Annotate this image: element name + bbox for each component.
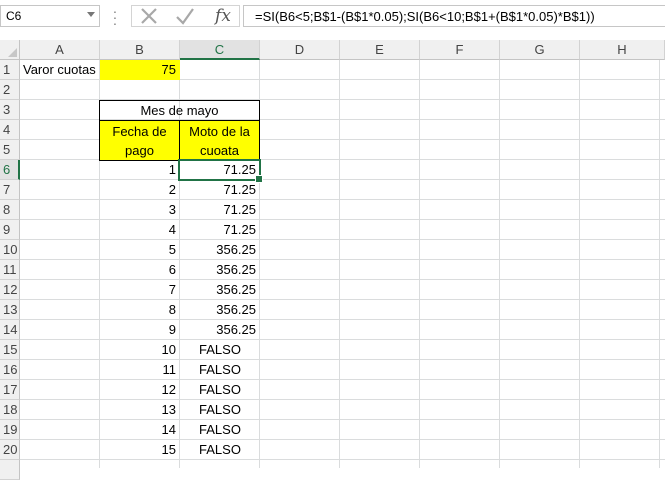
cell-b9[interactable]: 4	[100, 220, 180, 240]
row-header-4[interactable]: 4	[0, 120, 20, 140]
cell-c4-line1: Moto de la	[189, 124, 250, 139]
cell-b18[interactable]: 13	[100, 400, 180, 420]
column-header-d[interactable]: D	[260, 40, 340, 60]
insert-function-fx-icon[interactable]: fx	[208, 6, 238, 26]
cell-b15[interactable]: 10	[100, 340, 180, 360]
column-header-c[interactable]: C	[180, 40, 260, 60]
row-header-13[interactable]: 13	[0, 300, 20, 320]
row-header-8[interactable]: 8	[0, 200, 20, 220]
cell-c11[interactable]: 356.25	[180, 260, 260, 280]
row-header-12[interactable]: 12	[0, 280, 20, 300]
cell-c10[interactable]: 356.25	[180, 240, 260, 260]
cell-b11[interactable]: 6	[100, 260, 180, 280]
row-header-2[interactable]: 2	[0, 80, 20, 100]
cell-b4-line1: Fecha de	[112, 124, 167, 139]
cell-c6[interactable]: 71.25	[180, 160, 260, 180]
row-header-9[interactable]: 9	[0, 220, 20, 240]
row-header-10[interactable]: 10	[0, 240, 20, 260]
cell-b3-merged[interactable]: Mes de mayo	[99, 100, 260, 121]
cell-c12[interactable]: 356.25	[180, 280, 260, 300]
row-header-6[interactable]: 6	[0, 160, 20, 180]
cell-b13[interactable]: 8	[100, 300, 180, 320]
cancel-x-icon[interactable]	[134, 6, 164, 26]
cell-c17[interactable]: FALSO	[180, 380, 260, 400]
formula-input[interactable]: =SI(B6<5;B$1-(B$1*0.05);SI(B6<10;B$1+(B$…	[243, 5, 665, 27]
cell-c8[interactable]: 71.25	[180, 200, 260, 220]
cell-a1[interactable]: Varor cuotas	[20, 60, 100, 80]
cell-b17[interactable]: 12	[100, 380, 180, 400]
cell-b12[interactable]: 7	[100, 280, 180, 300]
column-header-a[interactable]: A	[20, 40, 100, 60]
row-header-15[interactable]: 15	[0, 340, 20, 360]
cell-c20[interactable]: FALSO	[180, 440, 260, 460]
cell-b10[interactable]: 5	[100, 240, 180, 260]
column-header-b[interactable]: B	[100, 40, 180, 60]
row-header-16[interactable]: 16	[0, 360, 20, 380]
cell-c18[interactable]: FALSO	[180, 400, 260, 420]
cell-b19[interactable]: 14	[100, 420, 180, 440]
cell-c9[interactable]: 71.25	[180, 220, 260, 240]
cell-b1[interactable]: 75	[100, 60, 180, 80]
row-header-21[interactable]	[0, 460, 20, 480]
cell-c7[interactable]: 71.25	[180, 180, 260, 200]
cell-b4-line2: pago	[125, 143, 154, 158]
cell-b4-merged[interactable]: Fecha de pago	[99, 120, 180, 161]
column-header-g[interactable]: G	[500, 40, 580, 60]
spreadsheet-grid: A B C D E F G H 1 2 3 4 5 6 7 8 9 10 11 12 13 14 15 16 1…	[0, 40, 665, 480]
column-header-f[interactable]: F	[420, 40, 500, 60]
row-header-14[interactable]: 14	[0, 320, 20, 340]
cell-c15[interactable]: FALSO	[180, 340, 260, 360]
row-header-20[interactable]: 20	[0, 440, 20, 460]
row-header-17[interactable]: 17	[0, 380, 20, 400]
chevron-down-icon[interactable]	[87, 12, 95, 17]
cell-c13[interactable]: 356.25	[180, 300, 260, 320]
cell-c16[interactable]: FALSO	[180, 360, 260, 380]
cell-b7[interactable]: 2	[100, 180, 180, 200]
row-header-1[interactable]: 1	[0, 60, 20, 80]
cell-b16[interactable]: 11	[100, 360, 180, 380]
select-all-button[interactable]	[0, 40, 20, 60]
name-box-value: C6	[6, 9, 22, 23]
more-options-icon[interactable]: · · ·	[112, 4, 118, 30]
name-box[interactable]: C6	[0, 5, 100, 27]
enter-check-icon[interactable]	[170, 6, 200, 26]
row-header-11[interactable]: 11	[0, 260, 20, 280]
row-header-3[interactable]: 3	[0, 100, 20, 120]
formula-bar: C6 · · · fx =SI(B6<5;B$1-(B$1*0.05);SI(B6<…	[0, 0, 665, 38]
formula-buttons: fx	[131, 5, 240, 27]
row-header-7[interactable]: 7	[0, 180, 20, 200]
row-header-18[interactable]: 18	[0, 400, 20, 420]
cell-c4-line2: cuoata	[199, 143, 240, 158]
cell-c19[interactable]: FALSO	[180, 420, 260, 440]
column-header-e[interactable]: E	[340, 40, 420, 60]
cell-b20[interactable]: 15	[100, 440, 180, 460]
cell-c4-merged[interactable]: Moto de la cuoata	[179, 120, 260, 161]
row-header-19[interactable]: 19	[0, 420, 20, 440]
cell-c14[interactable]: 356.25	[180, 320, 260, 340]
column-header-h[interactable]: H	[580, 40, 665, 60]
cell-b6[interactable]: 1	[100, 160, 180, 180]
cell-b14[interactable]: 9	[100, 320, 180, 340]
row-header-5[interactable]: 5	[0, 140, 20, 160]
cell-b8[interactable]: 3	[100, 200, 180, 220]
